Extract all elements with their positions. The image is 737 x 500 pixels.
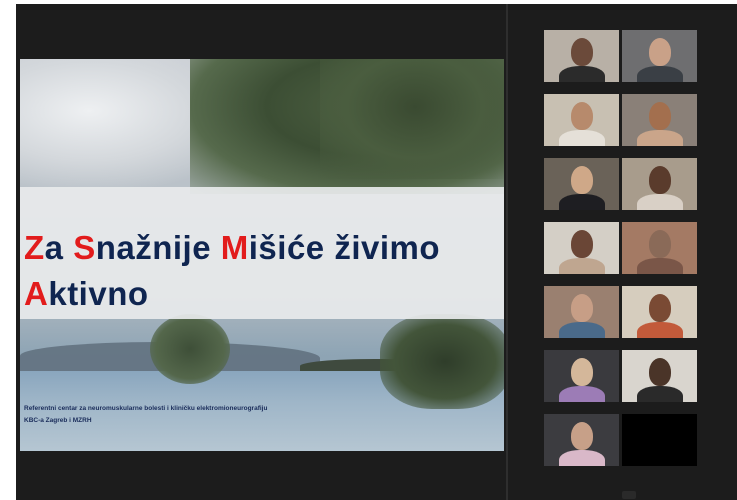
- participant-body: [636, 258, 683, 274]
- participant-head: [648, 358, 671, 386]
- participant-body: [558, 386, 605, 402]
- participant-body: [558, 322, 605, 338]
- participant-body: [636, 66, 683, 82]
- slide-tree-lower-right: [380, 314, 504, 409]
- slide-tree-dark: [320, 59, 504, 179]
- participant-head: [648, 166, 671, 194]
- participant-head: [570, 230, 593, 258]
- participant-tile[interactable]: [544, 286, 619, 338]
- slide-tree-lower-left: [150, 314, 230, 384]
- participant-head: [570, 102, 593, 130]
- participant-tile[interactable]: [544, 414, 619, 466]
- participant-tile[interactable]: [544, 30, 619, 82]
- title-initial-s: S: [73, 229, 96, 266]
- title-initial-z: Z: [24, 229, 45, 266]
- slide-footer-line-2: KBC-a Zagreb i MZRH: [24, 417, 92, 424]
- participant-head: [648, 294, 671, 322]
- participant-body: [636, 130, 683, 146]
- participant-head: [570, 358, 593, 386]
- title-initial-a: A: [24, 275, 49, 312]
- participant-head: [570, 294, 593, 322]
- participant-tile[interactable]: [544, 350, 619, 402]
- participant-body: [636, 194, 683, 210]
- title-word-aktivno: ktivno: [48, 275, 149, 312]
- participant-body: [558, 66, 605, 82]
- participant-tile[interactable]: [622, 94, 697, 146]
- participant-tile[interactable]: [622, 30, 697, 82]
- meeting-window: Za Snažnije Mišiće živimo Aktivno Refere…: [16, 4, 737, 500]
- video-background: [622, 414, 697, 466]
- title-word-za: a: [44, 229, 74, 266]
- participant-body: [636, 322, 683, 338]
- participant-body: [558, 194, 605, 210]
- participant-tile[interactable]: [622, 286, 697, 338]
- participant-tile[interactable]: [544, 222, 619, 274]
- participant-tile[interactable]: [622, 350, 697, 402]
- slide-title-line-1: Za Snažnije Mišiće živimo: [24, 229, 440, 267]
- participant-head: [648, 38, 671, 66]
- gallery-scroll-indicator[interactable]: [622, 491, 636, 499]
- participant-tile[interactable]: [622, 158, 697, 210]
- participant-head: [570, 166, 593, 194]
- participant-body: [558, 450, 605, 466]
- panel-divider: [506, 4, 508, 500]
- participant-tile[interactable]: [622, 222, 697, 274]
- slide-footer-line-1: Referentni centar za neuromuskularne bol…: [24, 405, 268, 412]
- title-word-misice: išiće živimo: [248, 229, 441, 266]
- participant-tile[interactable]: [544, 158, 619, 210]
- participant-head: [570, 38, 593, 66]
- title-word-snaznije: nažnije: [95, 229, 221, 266]
- participant-head: [648, 230, 671, 258]
- participant-head: [570, 422, 593, 450]
- participant-body: [558, 130, 605, 146]
- participant-body: [558, 258, 605, 274]
- slide-title-line-2: Aktivno: [24, 275, 149, 313]
- participant-tile[interactable]: [544, 94, 619, 146]
- title-initial-m: M: [220, 229, 249, 266]
- participant-tile[interactable]: [622, 414, 697, 466]
- participant-head: [648, 102, 671, 130]
- participant-body: [636, 386, 683, 402]
- shared-slide: Za Snažnije Mišiće živimo Aktivno Refere…: [20, 59, 504, 451]
